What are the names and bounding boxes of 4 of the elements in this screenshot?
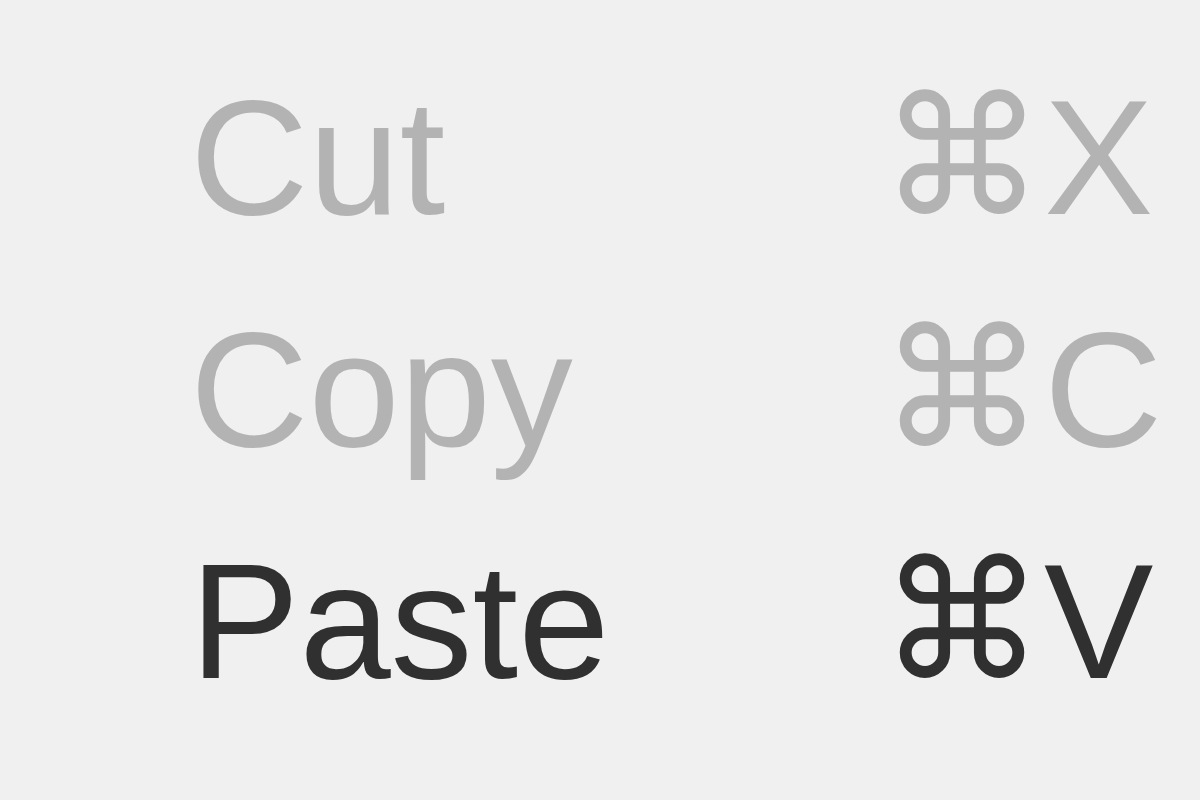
shortcut-text: ⌘C xyxy=(880,297,1163,484)
menu-item[interactable]: Paste xyxy=(190,515,880,729)
shortcut-text: ⌘V xyxy=(880,529,1154,716)
shortcut-text: ⌘X xyxy=(880,65,1154,252)
